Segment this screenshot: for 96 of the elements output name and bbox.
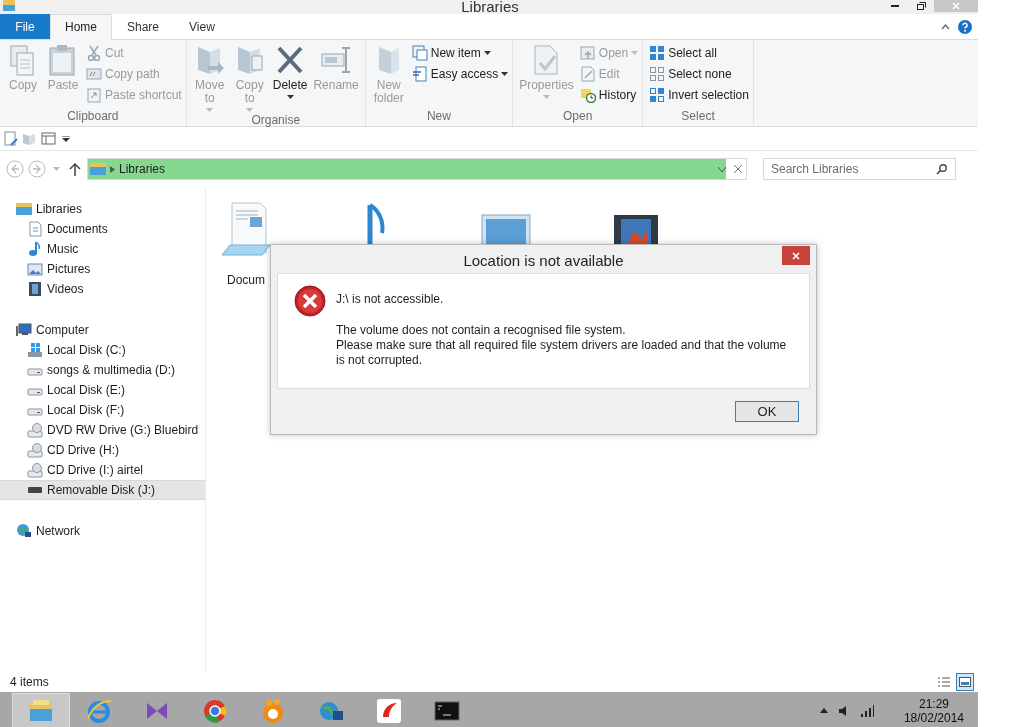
nav-item[interactable]: Local Disk (E:)	[0, 380, 205, 400]
library-icon	[16, 201, 32, 217]
ribbon-button[interactable]: Delete	[270, 44, 310, 99]
close-button[interactable]	[782, 246, 810, 265]
clear-icon	[734, 165, 742, 173]
removable-drive-icon	[27, 487, 43, 493]
empty-grid-icon	[649, 66, 666, 82]
search-icon	[936, 164, 947, 175]
computer-icon	[16, 322, 32, 338]
music-note-icon	[27, 241, 43, 257]
back-icon	[6, 160, 24, 178]
nav-item[interactable]: Music	[0, 239, 205, 259]
ribbon-button[interactable]: History	[579, 86, 639, 104]
ribbon-button[interactable]: Select none	[649, 65, 749, 83]
history-icon	[579, 87, 596, 103]
address-bar[interactable]: Libraries	[87, 158, 747, 180]
error-message: The volume does not contain a recognised file system.	[336, 323, 627, 338]
help-icon	[958, 19, 972, 34]
dropdown-icon	[718, 166, 726, 172]
ribbon-button[interactable]: New item	[411, 44, 509, 62]
signal-icon	[859, 704, 874, 717]
grid-icon	[649, 45, 666, 61]
rename-icon	[320, 44, 353, 76]
minimize-icon	[891, 5, 899, 7]
nav-item[interactable]: CD Drive (H:)	[0, 440, 205, 460]
dialog-title: Location is not available	[463, 250, 624, 271]
group-label: Open	[561, 108, 594, 125]
path-icon	[86, 66, 102, 82]
document-icon	[411, 66, 428, 82]
disc-drive-icon	[27, 462, 43, 478]
scissors-icon	[86, 45, 102, 61]
error-message: Please make sure that all required file system drivers are loaded and that the volume is not corrupted.	[336, 338, 788, 368]
layout-icon	[41, 131, 56, 146]
network-globe-icon	[16, 523, 32, 539]
nav-item[interactable]: songs & multimedia (D:)	[0, 360, 205, 380]
film-icon	[27, 281, 43, 297]
new-folder-icon	[22, 131, 37, 146]
window-title: Libraries	[461, 0, 519, 14]
item-count: 4 items	[10, 674, 49, 691]
group-label: Clipboard	[66, 108, 120, 125]
open-icon	[579, 45, 596, 61]
close-icon	[952, 2, 960, 10]
nav-item[interactable]: Network	[0, 521, 205, 541]
clock-time: 21:29	[918, 696, 949, 711]
error-icon	[294, 285, 326, 317]
details-icon	[938, 677, 950, 687]
nav-item[interactable]: Pictures	[0, 259, 205, 279]
new-item-icon	[411, 45, 428, 61]
close-icon	[792, 251, 800, 260]
search-field[interactable]: Search Libraries	[763, 158, 956, 180]
ribbon-tab[interactable]: Share	[112, 14, 175, 40]
nav-item[interactable]: Local Disk (C:)	[0, 340, 205, 360]
address-path: Libraries	[119, 161, 166, 178]
forward-icon	[28, 160, 46, 178]
folder-icon	[2, 0, 16, 12]
group-label: Organise	[250, 112, 302, 128]
group-label: Select	[680, 108, 716, 125]
nav-item[interactable]: Videos	[0, 279, 205, 299]
show-hidden-icon	[819, 708, 828, 713]
ribbon-tab[interactable]: Home	[50, 14, 112, 40]
up-icon	[69, 162, 81, 176]
library-icon	[90, 162, 106, 176]
item-label: Docum	[227, 272, 265, 289]
properties-icon	[3, 131, 18, 146]
nav-item[interactable]: Local Disk (F:)	[0, 400, 205, 420]
group-label: New	[425, 108, 452, 125]
shortcut-icon	[86, 87, 102, 103]
ribbon-button[interactable]: Easy access	[411, 65, 509, 83]
large-icons-view-button[interactable]	[956, 673, 974, 691]
nav-item[interactable]: DVD RW Drive (G:) Bluebird	[0, 420, 205, 440]
system-drive-icon	[27, 342, 43, 358]
picture-icon	[27, 261, 43, 277]
disc-drive-icon	[27, 422, 43, 438]
nav-item[interactable]: Libraries	[0, 199, 205, 219]
file-tab[interactable]: File	[0, 14, 50, 39]
restore-icon	[916, 2, 926, 10]
chevron-icon	[110, 165, 115, 173]
invert-grid-icon	[649, 87, 666, 103]
ribbon-button[interactable]: Select all	[649, 44, 749, 62]
nav-item[interactable]: CD Drive (I:) airtel	[0, 460, 205, 480]
nav-item[interactable]: Computer	[0, 320, 205, 340]
error-heading: J:\ is not accessible.	[336, 291, 445, 308]
nav-item[interactable]: Removable Disk (J:)	[0, 480, 205, 500]
customize-icon	[62, 135, 70, 142]
edit-icon	[579, 66, 596, 82]
swoosh-icon	[375, 696, 403, 725]
large-icons-icon	[959, 677, 971, 687]
disc-drive-icon	[27, 442, 43, 458]
collapse-ribbon-icon	[941, 23, 950, 30]
ribbon-tab[interactable]: View	[174, 14, 230, 40]
ok-button[interactable]: OK	[735, 401, 799, 422]
clock-date: 18/02/2014	[903, 710, 964, 725]
nav-item[interactable]: Documents	[0, 219, 205, 239]
ribbon-button[interactable]: Invert selection	[649, 86, 749, 104]
recent-caret-icon	[53, 167, 60, 171]
document-icon	[27, 221, 43, 237]
